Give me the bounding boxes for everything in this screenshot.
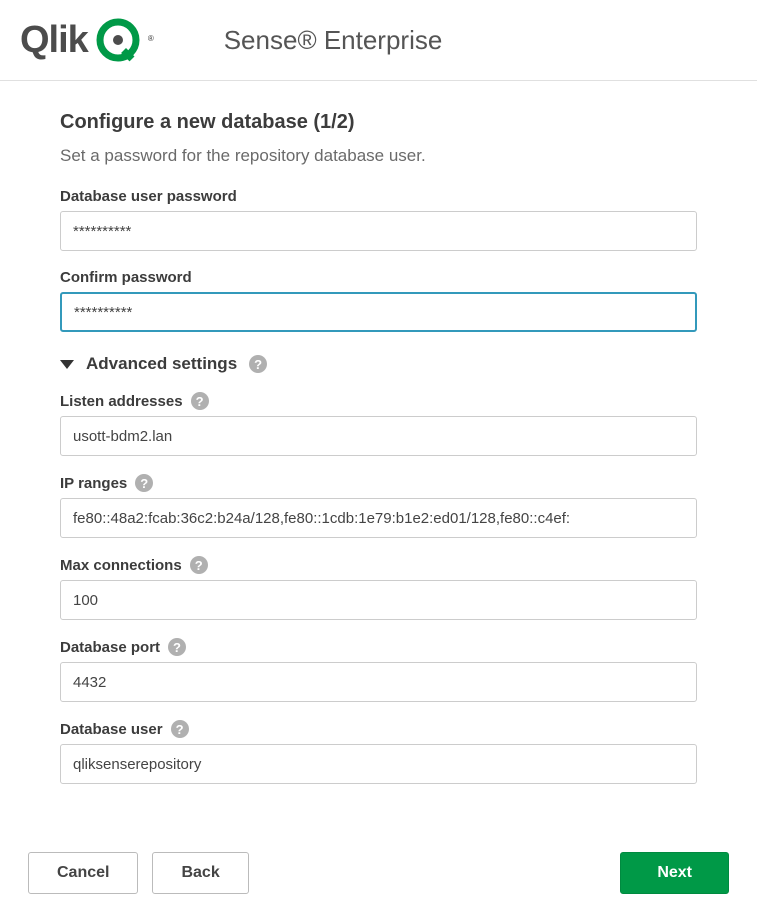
logo-q-icon: [96, 18, 140, 62]
help-icon[interactable]: ?: [168, 638, 186, 656]
advanced-settings-title: Advanced settings: [86, 354, 237, 374]
back-button[interactable]: Back: [152, 852, 248, 894]
help-icon[interactable]: ?: [135, 474, 153, 492]
help-icon[interactable]: ?: [191, 392, 209, 410]
registered-mark: ®: [148, 34, 154, 43]
field-database-port: Database port ?: [60, 638, 697, 702]
label-max-connections: Max connections: [60, 557, 182, 574]
field-password: Database user password: [60, 188, 697, 251]
input-ip-ranges[interactable]: [60, 498, 697, 538]
help-icon[interactable]: ?: [249, 355, 267, 373]
content: Configure a new database (1/2) Set a pas…: [0, 81, 757, 822]
label-listen-addresses: Listen addresses: [60, 393, 183, 410]
advanced-settings-toggle[interactable]: Advanced settings ?: [60, 354, 697, 374]
page-subtitle: Set a password for the repository databa…: [60, 146, 697, 166]
input-password[interactable]: [60, 211, 697, 251]
field-listen-addresses: Listen addresses ?: [60, 392, 697, 456]
label-password: Database user password: [60, 188, 697, 205]
field-max-connections: Max connections ?: [60, 556, 697, 620]
input-max-connections[interactable]: [60, 580, 697, 620]
footer: Cancel Back Next: [0, 822, 757, 914]
header: Qlik ® Sense® Enterprise: [0, 0, 757, 81]
label-ip-ranges: IP ranges: [60, 475, 127, 492]
logo-text: Qlik: [20, 19, 88, 62]
caret-down-icon: [60, 360, 74, 369]
input-database-port[interactable]: [60, 662, 697, 702]
next-button[interactable]: Next: [620, 852, 729, 894]
product-title: Sense® Enterprise: [224, 25, 443, 56]
field-ip-ranges: IP ranges ?: [60, 474, 697, 538]
page-title: Configure a new database (1/2): [60, 111, 697, 134]
input-listen-addresses[interactable]: [60, 416, 697, 456]
field-database-user: Database user ?: [60, 720, 697, 784]
field-confirm-password: Confirm password: [60, 269, 697, 332]
label-database-port: Database port: [60, 639, 160, 656]
input-confirm-password[interactable]: [60, 292, 697, 332]
label-confirm-password: Confirm password: [60, 269, 697, 286]
label-database-user: Database user: [60, 721, 163, 738]
help-icon[interactable]: ?: [171, 720, 189, 738]
input-database-user[interactable]: [60, 744, 697, 784]
help-icon[interactable]: ?: [190, 556, 208, 574]
cancel-button[interactable]: Cancel: [28, 852, 138, 894]
logo: Qlik ®: [20, 18, 154, 62]
